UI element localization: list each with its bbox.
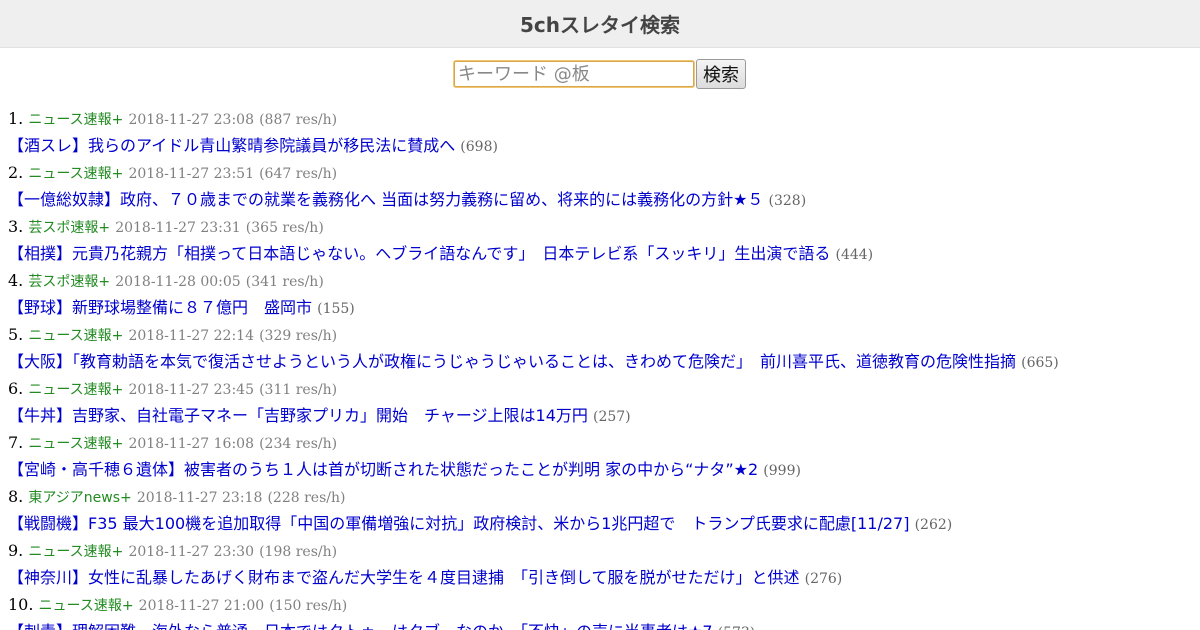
result-title-line: 【戦闘機】F35 最大100機を追加取得「中国の軍備増強に対抗」政府検討、米から… <box>8 510 1200 538</box>
result-item: 2. ニュース速報+ 2018-11-27 23:51 (647 res/h) … <box>8 160 1200 214</box>
result-rate: (329 res/h) <box>259 328 338 344</box>
result-rate: (365 res/h) <box>245 220 324 236</box>
results-list: 1. ニュース速報+ 2018-11-27 23:08 (887 res/h) … <box>0 106 1200 630</box>
result-datetime: 2018-11-27 23:30 <box>128 544 254 560</box>
result-datetime: 2018-11-27 16:08 <box>128 436 254 452</box>
board-link[interactable]: ニュース速報+ <box>28 436 123 452</box>
result-datetime: 2018-11-27 22:14 <box>128 328 254 344</box>
result-res-count: (665) <box>1021 355 1059 371</box>
result-title-line: 【神奈川】女性に乱暴したあげく財布まで盗んだ大学生を４度目逮捕 「引き倒して服を… <box>8 564 1200 592</box>
result-res-count: (999) <box>763 463 801 479</box>
thread-title-link[interactable]: 【大阪】「教育勅語を本気で復活させようという人が政権にうじゃうじゃいることは、き… <box>8 352 1016 371</box>
result-item: 7. ニュース速報+ 2018-11-27 16:08 (234 res/h) … <box>8 430 1200 484</box>
result-meta: 7. ニュース速報+ 2018-11-27 16:08 (234 res/h) <box>8 430 1200 456</box>
board-link[interactable]: ニュース速報+ <box>28 328 123 344</box>
board-link[interactable]: ニュース速報+ <box>28 166 123 182</box>
result-item: 9. ニュース速報+ 2018-11-27 23:30 (198 res/h) … <box>8 538 1200 592</box>
result-res-count: (328) <box>768 193 807 209</box>
board-link[interactable]: 芸スポ速報+ <box>28 220 110 236</box>
result-title-line: 【野球】新野球場整備に８７億円 盛岡市 (155) <box>8 294 1200 322</box>
result-res-count: (276) <box>804 571 843 587</box>
board-link[interactable]: ニュース速報+ <box>39 598 134 614</box>
result-meta: 9. ニュース速報+ 2018-11-27 23:30 (198 res/h) <box>8 538 1200 564</box>
thread-title-link[interactable]: 【宮崎・高千穂６遺体】被害者のうち１人は首が切断された状態だったことが判明 家の… <box>8 460 758 479</box>
result-rank: 4. <box>8 271 24 290</box>
result-res-count: (444) <box>835 247 874 263</box>
result-item: 10. ニュース速報+ 2018-11-27 21:00 (150 res/h)… <box>8 592 1200 630</box>
result-datetime: 2018-11-27 23:18 <box>136 490 263 506</box>
result-title-line: 【牛丼】吉野家、自社電子マネー「吉野家プリカ」開始 チャージ上限は14万円 (2… <box>8 402 1200 430</box>
result-item: 3. 芸スポ速報+ 2018-11-27 23:31 (365 res/h) 【… <box>8 214 1200 268</box>
result-item: 6. ニュース速報+ 2018-11-27 23:45 (311 res/h) … <box>8 376 1200 430</box>
result-rank: 10. <box>8 595 34 614</box>
result-item: 5. ニュース速報+ 2018-11-27 22:14 (329 res/h) … <box>8 322 1200 376</box>
result-rate: (341 res/h) <box>245 274 324 290</box>
result-meta: 5. ニュース速報+ 2018-11-27 22:14 (329 res/h) <box>8 322 1200 348</box>
thread-title-link[interactable]: 【神奈川】女性に乱暴したあげく財布まで盗んだ大学生を４度目逮捕 「引き倒して服を… <box>8 568 800 587</box>
result-rate: (228 res/h) <box>267 490 346 506</box>
board-link[interactable]: ニュース速報+ <box>28 544 123 560</box>
result-title-line: 【刺青】理解困難、海外なら普通、日本ではタトゥーはタブーなのか 「不快」の声に当… <box>8 618 1200 630</box>
result-datetime: 2018-11-27 23:08 <box>128 112 254 128</box>
board-link[interactable]: ニュース速報+ <box>28 112 123 128</box>
result-meta: 10. ニュース速報+ 2018-11-27 21:00 (150 res/h) <box>8 592 1200 618</box>
result-meta: 2. ニュース速報+ 2018-11-27 23:51 (647 res/h) <box>8 160 1200 186</box>
result-rate: (311 res/h) <box>259 382 338 398</box>
thread-title-link[interactable]: 【一億総奴隷】政府、７０歳までの就業を義務化へ 当面は努力義務に留め、将来的には… <box>8 190 763 209</box>
result-rank: 6. <box>8 379 24 398</box>
result-res-count: (698) <box>460 139 498 155</box>
thread-title-link[interactable]: 【相撲】元貴乃花親方「相撲って日本語じゃない。ヘブライ語なんです」 日本テレビ系… <box>8 244 830 263</box>
thread-title-link[interactable]: 【野球】新野球場整備に８７億円 盛岡市 <box>8 298 312 317</box>
result-meta: 1. ニュース速報+ 2018-11-27 23:08 (887 res/h) <box>8 106 1200 132</box>
result-title-line: 【一億総奴隷】政府、７０歳までの就業を義務化へ 当面は努力義務に留め、将来的には… <box>8 186 1200 214</box>
result-rate: (887 res/h) <box>259 112 338 128</box>
result-rank: 3. <box>8 217 24 236</box>
result-item: 8. 東アジアnews+ 2018-11-27 23:18 (228 res/h… <box>8 484 1200 538</box>
page-header: 5chスレタイ検索 <box>0 0 1200 48</box>
result-rate: (198 res/h) <box>259 544 338 560</box>
thread-title-link[interactable]: 【刺青】理解困難、海外なら普通、日本ではタトゥーはタブーなのか 「不快」の声に当… <box>8 622 713 630</box>
result-res-count: (257) <box>592 409 631 425</box>
board-link[interactable]: ニュース速報+ <box>28 382 123 398</box>
thread-title-link[interactable]: 【戦闘機】F35 最大100機を追加取得「中国の軍備増強に対抗」政府検討、米から… <box>8 514 909 533</box>
board-link[interactable]: 東アジアnews+ <box>28 490 131 506</box>
search-button[interactable]: 検索 <box>696 59 746 89</box>
result-title-line: 【相撲】元貴乃花親方「相撲って日本語じゃない。ヘブライ語なんです」 日本テレビ系… <box>8 240 1200 268</box>
thread-title-link[interactable]: 【酒スレ】我らのアイドル青山繁晴参院議員が移民法に賛成へ <box>8 136 455 155</box>
search-input[interactable] <box>454 61 694 87</box>
result-rank: 2. <box>8 163 24 182</box>
result-rank: 8. <box>8 487 24 506</box>
result-rate: (234 res/h) <box>259 436 338 452</box>
result-title-line: 【酒スレ】我らのアイドル青山繁晴参院議員が移民法に賛成へ (698) <box>8 132 1200 160</box>
result-res-count: (155) <box>317 301 355 317</box>
board-link[interactable]: 芸スポ速報+ <box>28 274 110 290</box>
result-datetime: 2018-11-27 23:31 <box>115 220 241 236</box>
result-rate: (150 res/h) <box>269 598 348 614</box>
result-item: 1. ニュース速報+ 2018-11-27 23:08 (887 res/h) … <box>8 106 1200 160</box>
result-meta: 8. 東アジアnews+ 2018-11-27 23:18 (228 res/h… <box>8 484 1200 510</box>
result-item: 4. 芸スポ速報+ 2018-11-28 00:05 (341 res/h) 【… <box>8 268 1200 322</box>
thread-title-link[interactable]: 【牛丼】吉野家、自社電子マネー「吉野家プリカ」開始 チャージ上限は14万円 <box>8 406 588 425</box>
page-title: 5chスレタイ検索 <box>519 13 680 37</box>
result-res-count: (573) <box>718 625 756 630</box>
result-meta: 3. 芸スポ速報+ 2018-11-27 23:31 (365 res/h) <box>8 214 1200 240</box>
result-rank: 1. <box>8 109 24 128</box>
result-rank: 5. <box>8 325 24 344</box>
result-datetime: 2018-11-27 23:51 <box>128 166 254 182</box>
result-datetime: 2018-11-28 00:05 <box>115 274 241 290</box>
result-title-line: 【大阪】「教育勅語を本気で復活させようという人が政権にうじゃうじゃいることは、き… <box>8 348 1200 376</box>
result-datetime: 2018-11-27 23:45 <box>128 382 254 398</box>
result-datetime: 2018-11-27 21:00 <box>138 598 265 614</box>
search-bar: 検索 <box>0 59 1200 89</box>
result-rank: 9. <box>8 541 24 560</box>
result-meta: 4. 芸スポ速報+ 2018-11-28 00:05 (341 res/h) <box>8 268 1200 294</box>
result-res-count: (262) <box>914 517 953 533</box>
result-rate: (647 res/h) <box>259 166 338 182</box>
result-meta: 6. ニュース速報+ 2018-11-27 23:45 (311 res/h) <box>8 376 1200 402</box>
result-rank: 7. <box>8 433 24 452</box>
result-title-line: 【宮崎・高千穂６遺体】被害者のうち１人は首が切断された状態だったことが判明 家の… <box>8 456 1200 484</box>
